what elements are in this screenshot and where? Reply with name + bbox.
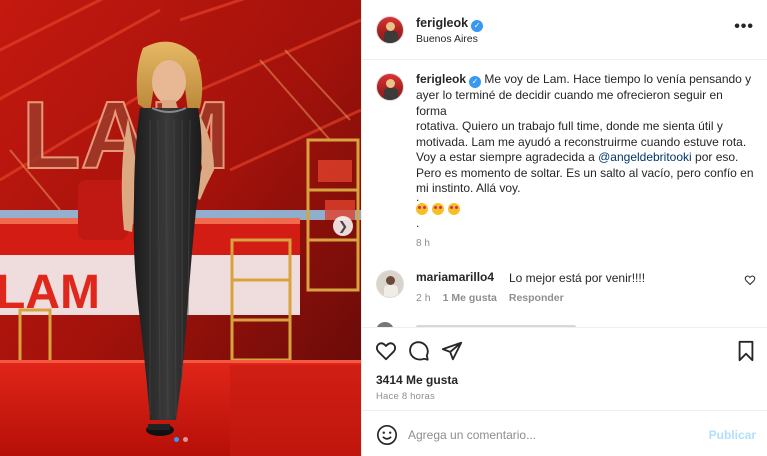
carousel-indicator (0, 437, 361, 442)
carousel-next-button[interactable]: ❯ (333, 216, 353, 236)
post-side-panel: ferigleok ✓ Buenos Aires ••• ferigleok ✓ M… (361, 0, 767, 456)
comment-icon[interactable] (408, 340, 430, 362)
caption-line: motivada. Lam me ayudó a reconstruirme c… (416, 134, 747, 149)
bookmark-icon[interactable] (735, 340, 757, 362)
likes-count[interactable]: 3414 Me gusta (376, 373, 458, 387)
comment-input[interactable] (408, 425, 698, 445)
mention-link[interactable]: @angeldebritooki (598, 150, 692, 164)
tv-studio-photo: LAM LAM (0, 0, 361, 456)
post-header: ferigleok ✓ Buenos Aires ••• (362, 0, 767, 60)
comment-text: Lo mejor está por venir!!!! (509, 271, 646, 285)
heart-eyes-emoji (416, 203, 428, 215)
avatar[interactable] (376, 16, 404, 44)
caption-text: por eso. (691, 150, 739, 164)
heart-eyes-emoji (448, 203, 460, 215)
verified-badge-icon: ✓ (469, 76, 482, 88)
comment-meta: 2 h 1 Me gusta Responder (416, 292, 564, 304)
post-caption: ferigleok ✓ Me voy de Lam. Hace tiempo lo… (416, 72, 754, 197)
avatar[interactable] (376, 270, 404, 298)
chevron-right-icon: ❯ (337, 219, 349, 233)
caption-dot: . (416, 216, 420, 230)
caption-time[interactable]: 8 h (416, 238, 430, 249)
comment-likes[interactable]: 1 Me gusta (443, 292, 497, 304)
post-location[interactable]: Buenos Aires (416, 33, 478, 45)
caption-text: Voy a estar siempre agradecida a (416, 150, 599, 164)
caption-username[interactable]: ferigleok (416, 72, 466, 86)
username-text[interactable]: ferigleok (416, 16, 468, 30)
add-comment-bar: Publicar (362, 410, 767, 456)
carousel-dot (173, 437, 179, 442)
verified-badge-icon: ✓ (471, 20, 484, 32)
avatar[interactable] (376, 73, 404, 101)
caption-line: mi instinto. Allá voy. (416, 181, 521, 195)
caption-line: ayer lo terminé de decidir cuando me ofr… (416, 88, 723, 118)
carousel-dot (182, 437, 188, 442)
caption-line: Pero es momento de soltar. Es un salto a… (416, 165, 754, 180)
ellipsis-icon[interactable]: ••• (734, 18, 754, 36)
post-photo[interactable]: LAM LAM ❯ (0, 0, 361, 456)
author-username[interactable]: ferigleok ✓ (416, 16, 484, 32)
caption-line: Me voy de Lam. Hace tiempo lo venía pens… (484, 72, 752, 86)
caption-dot: . (416, 190, 420, 204)
caption-line: rotativa. Quiero un trabajo full time, d… (416, 119, 723, 133)
publish-button[interactable]: Publicar (709, 428, 756, 442)
smiley-icon[interactable] (376, 424, 398, 446)
reply-button[interactable]: Responder (509, 292, 564, 304)
post-timestamp[interactable]: Hace 8 horas (376, 391, 435, 402)
heart-icon[interactable] (375, 340, 397, 362)
heart-eyes-emoji (432, 203, 444, 215)
comment-time[interactable]: 2 h (416, 292, 431, 304)
send-icon[interactable] (441, 340, 463, 362)
heart-outline-icon[interactable] (744, 274, 756, 286)
comments-section[interactable]: ferigleok ✓ Me voy de Lam. Hace tiempo lo… (362, 60, 767, 327)
comment-username[interactable]: mariamarillo4 (416, 270, 494, 284)
caption-emojis (416, 203, 460, 215)
